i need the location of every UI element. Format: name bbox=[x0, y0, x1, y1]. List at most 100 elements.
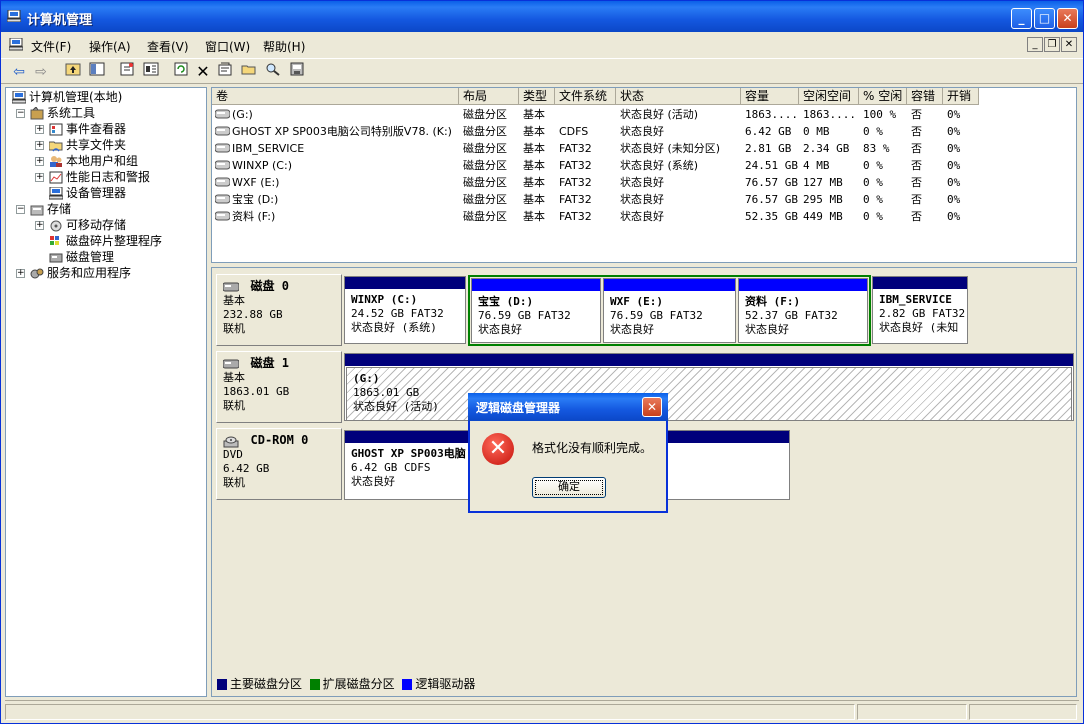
services-icon bbox=[30, 267, 44, 280]
legend-swatch-primary bbox=[217, 679, 227, 690]
expand-toggle[interactable]: − bbox=[16, 205, 25, 214]
partition-g[interactable]: (G:) 1863.01 GB 状态良好 (活动) bbox=[344, 353, 1074, 421]
disk-icon[interactable] bbox=[287, 62, 307, 82]
mdi-restore-button[interactable]: ❐ bbox=[1044, 37, 1060, 52]
table-row[interactable] bbox=[212, 157, 979, 174]
table-row[interactable] bbox=[212, 208, 979, 225]
computer-icon bbox=[6, 9, 22, 23]
computer-icon bbox=[11, 90, 27, 104]
tree-item-disk-management[interactable]: 磁盘管理 bbox=[49, 249, 114, 265]
partition-e[interactable]: WXF (E:) 76.59 GB FAT32 状态良好 bbox=[603, 278, 736, 343]
menu-file[interactable]: 文件(F) bbox=[31, 38, 71, 55]
expand-toggle[interactable]: + bbox=[35, 125, 44, 134]
window-title: 计算机管理 bbox=[27, 13, 93, 28]
tree-item-local-users[interactable]: 本地用户和组 bbox=[49, 153, 138, 169]
table-row[interactable] bbox=[212, 140, 979, 157]
performance-icon bbox=[49, 171, 63, 184]
partition-f[interactable]: 资料 (F:) 52.37 GB FAT32 状态良好 bbox=[738, 278, 868, 343]
tree-item-device-manager[interactable]: 设备管理器 bbox=[48, 185, 126, 201]
export-list-icon[interactable] bbox=[141, 62, 161, 82]
column-header[interactable]: 文件系统 bbox=[555, 88, 616, 105]
column-header[interactable]: 卷 bbox=[212, 88, 459, 105]
legend-swatch-extended bbox=[309, 679, 320, 690]
search-icon[interactable] bbox=[263, 62, 283, 82]
table-row[interactable] bbox=[212, 106, 979, 123]
expand-toggle[interactable]: + bbox=[35, 221, 44, 230]
tree-item-perf-logs[interactable]: 性能日志和警报 bbox=[49, 169, 150, 185]
expand-toggle[interactable]: + bbox=[16, 269, 25, 278]
up-folder-icon[interactable] bbox=[63, 62, 83, 82]
properties-sheet-icon[interactable] bbox=[215, 62, 235, 82]
forward-icon[interactable]: ⇨ bbox=[31, 62, 51, 82]
error-icon: ✕ bbox=[482, 433, 514, 465]
expand-toggle[interactable]: − bbox=[16, 109, 25, 118]
column-header[interactable]: 空闲空间 bbox=[799, 88, 859, 105]
column-header[interactable]: 容错 bbox=[907, 88, 943, 105]
device-manager-icon bbox=[48, 186, 64, 200]
legend-swatch-logical bbox=[402, 679, 413, 690]
hard-disk-icon bbox=[222, 358, 240, 371]
computer-icon[interactable] bbox=[8, 37, 24, 54]
mdi-close-button[interactable]: ✕ bbox=[1061, 37, 1077, 52]
users-icon bbox=[49, 155, 63, 168]
expand-toggle[interactable]: + bbox=[35, 141, 44, 150]
partition-c[interactable]: WINXP (C:) 24.52 GB FAT32 状态良好 (系统) bbox=[344, 276, 466, 344]
refresh-icon[interactable] bbox=[171, 62, 191, 82]
disk-label-cdrom[interactable]: CD-ROM 0 DVD 6.42 GB 联机 bbox=[216, 428, 342, 500]
main-window: 计算机管理 _ □ ✕ 文件(F) 操作(A) 查看(V) 窗口(W) 帮助(H… bbox=[0, 0, 1084, 724]
tree-item-root[interactable]: 计算机管理(本地) bbox=[11, 89, 122, 105]
back-icon[interactable]: ⇦ bbox=[9, 62, 29, 82]
disk-management-icon bbox=[49, 251, 63, 264]
tools-icon bbox=[30, 106, 44, 120]
disk-label-1[interactable]: 磁盘 1 基本 1863.01 GB 联机 bbox=[216, 351, 342, 423]
event-viewer-icon bbox=[49, 123, 63, 136]
menu-window[interactable]: 窗口(W) bbox=[205, 38, 250, 55]
column-header[interactable]: 状态 bbox=[616, 88, 741, 105]
partition-ibm-service[interactable]: IBM_SERVICE 2.82 GB FAT32 状态良好 (未知 bbox=[872, 276, 968, 344]
delete-icon[interactable]: ✕ bbox=[193, 62, 213, 82]
mdi-minimize-button[interactable]: _ bbox=[1027, 37, 1043, 52]
tree-item-shared-folders[interactable]: 共享文件夹 bbox=[48, 137, 126, 153]
close-button[interactable]: ✕ bbox=[1057, 8, 1078, 29]
tree-item-defrag[interactable]: 磁盘碎片整理程序 bbox=[49, 233, 162, 249]
removable-storage-icon bbox=[49, 219, 63, 232]
hard-disk-icon bbox=[222, 281, 240, 294]
column-header[interactable]: 布局 bbox=[459, 88, 519, 105]
open-folder-icon[interactable] bbox=[239, 62, 259, 82]
properties-icon[interactable] bbox=[117, 62, 137, 82]
status-pane bbox=[969, 704, 1077, 720]
menu-action[interactable]: 操作(A) bbox=[89, 38, 131, 55]
column-header[interactable]: 容量 bbox=[741, 88, 799, 105]
maximize-button[interactable]: □ bbox=[1034, 8, 1055, 29]
shared-folder-icon bbox=[48, 139, 63, 152]
title-bar[interactable]: 计算机管理 _ □ ✕ bbox=[1, 1, 1083, 32]
column-header[interactable]: 开销 bbox=[943, 88, 979, 105]
expand-toggle[interactable]: + bbox=[35, 157, 44, 166]
dialog-title-bar[interactable]: 逻辑磁盘管理器 bbox=[468, 393, 668, 421]
disk-label-0[interactable]: 磁盘 0 基本 232.88 GB 联机 bbox=[216, 274, 342, 346]
dialog-message: 格式化没有顺利完成。 bbox=[532, 441, 653, 455]
status-bar bbox=[5, 700, 1079, 721]
show-tree-icon[interactable] bbox=[87, 62, 107, 82]
partition-d[interactable]: 宝宝 (D:) 76.59 GB FAT32 状态良好 bbox=[471, 278, 601, 343]
menu-view[interactable]: 查看(V) bbox=[147, 38, 189, 55]
tree-item-system-tools[interactable]: 系统工具 bbox=[30, 105, 95, 121]
column-header[interactable]: % 空闲 bbox=[859, 88, 907, 105]
table-row[interactable] bbox=[212, 174, 979, 191]
menu-help[interactable]: 帮助(H) bbox=[263, 38, 305, 55]
volume-list: 卷 布局 类型 文件系统 状态 容量 空闲空间 % 空闲 容错 开销 (G:) 磁… bbox=[211, 87, 1077, 263]
menu-bar: 文件(F) 操作(A) 查看(V) 窗口(W) 帮助(H) bbox=[1, 34, 1083, 56]
ok-button[interactable]: 确定 bbox=[532, 477, 606, 498]
tree-item-storage[interactable]: 存储 bbox=[30, 201, 71, 217]
tree-item-removable-storage[interactable]: 可移动存储 bbox=[49, 217, 126, 233]
table-row[interactable] bbox=[212, 191, 979, 208]
tree-item-services[interactable]: 服务和应用程序 bbox=[30, 265, 131, 281]
table-row[interactable] bbox=[212, 123, 979, 140]
expand-toggle[interactable]: + bbox=[35, 173, 44, 182]
cdrom-icon bbox=[223, 435, 239, 448]
column-header[interactable]: 类型 bbox=[519, 88, 555, 105]
minimize-button[interactable]: _ bbox=[1011, 8, 1032, 29]
tree-item-event-viewer[interactable]: 事件查看器 bbox=[49, 121, 126, 137]
status-pane bbox=[857, 704, 967, 720]
dialog-close-button[interactable]: ✕ bbox=[642, 397, 662, 417]
